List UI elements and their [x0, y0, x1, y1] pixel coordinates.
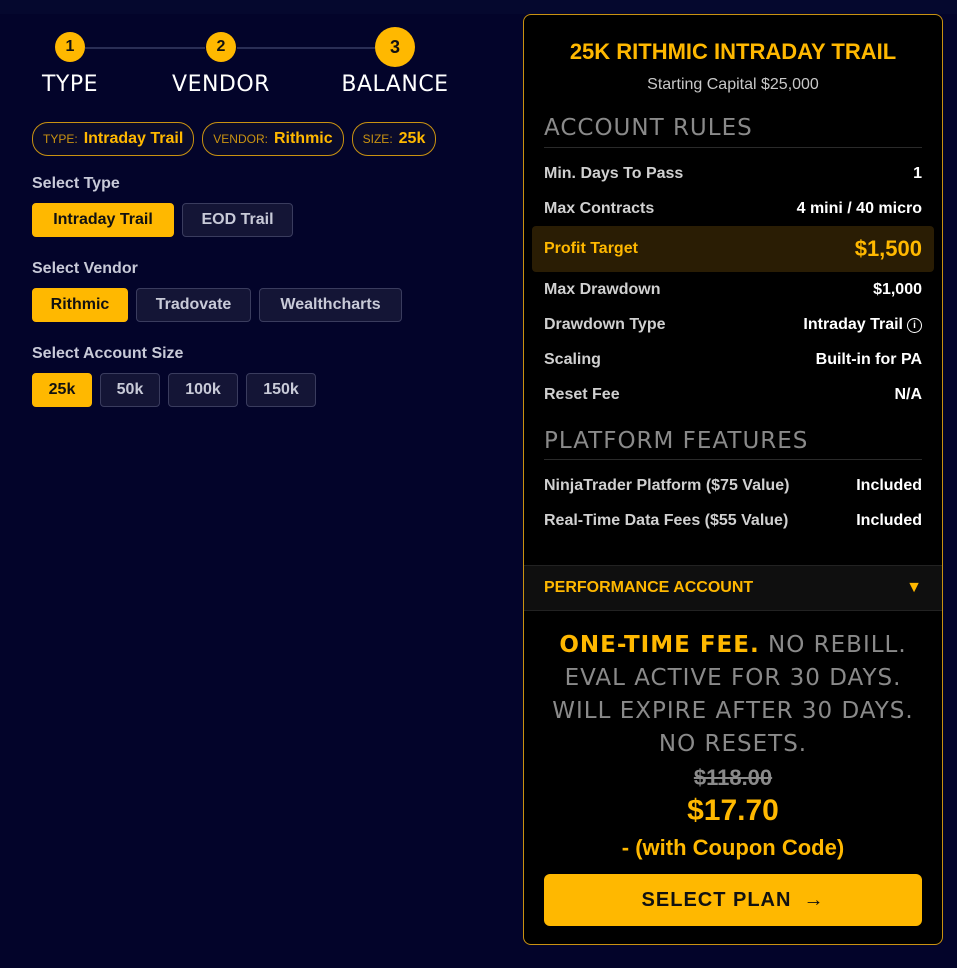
- performance-account-label: PERFORMANCE ACCOUNT: [544, 579, 754, 596]
- rule-value: N/A: [894, 386, 922, 403]
- rule-key: Max Drawdown: [544, 281, 661, 298]
- fee-highlight: ONE-TIME FEE.: [559, 632, 760, 658]
- rule-row: Drawdown Type Intraday Trail i: [544, 316, 922, 334]
- step-number: 1: [55, 32, 85, 62]
- profit-target-row: Profit Target $1,500: [532, 226, 934, 272]
- select-vendor-label: Select Vendor: [32, 260, 138, 277]
- account-rules-heading: ACCOUNT RULES: [544, 115, 753, 141]
- rule-key: Drawdown Type: [544, 316, 666, 333]
- vendor-option-wealthcharts[interactable]: Wealthcharts: [259, 288, 402, 322]
- pill-key: SIZE:: [362, 132, 393, 146]
- plan-subtitle: Starting Capital $25,000: [647, 76, 819, 93]
- size-option-100k[interactable]: 100k: [168, 373, 238, 407]
- select-type-label: Select Type: [32, 175, 120, 192]
- plan-title: 25K RITHMIC INTRADAY TRAIL: [569, 39, 897, 64]
- type-option-eod-trail[interactable]: EOD Trail: [182, 203, 293, 237]
- rule-key: Min. Days To Pass: [544, 165, 684, 182]
- size-pill: SIZE: 25k: [351, 122, 437, 156]
- step-number: 3: [375, 27, 415, 67]
- rule-value: 4 mini / 40 micro: [796, 200, 922, 217]
- type-pill: TYPE: Intraday Trail: [32, 122, 195, 156]
- size-option-50k[interactable]: 50k: [100, 373, 160, 407]
- rule-row: Reset Fee N/A: [544, 386, 922, 404]
- coupon-note: - (with Coupon Code): [621, 835, 845, 860]
- vendor-options: Rithmic Tradovate Wealthcharts: [32, 288, 402, 322]
- rule-value: Intraday Trail: [803, 316, 903, 333]
- step-balance[interactable]: 3 BALANCE: [335, 27, 455, 97]
- select-size-label: Select Account Size: [32, 345, 184, 362]
- type-options: Intraday Trail EOD Trail: [32, 203, 293, 237]
- feature-key: Real-Time Data Fees ($55 Value): [544, 512, 789, 529]
- plan-card: 25K RITHMIC INTRADAY TRAIL Starting Capi…: [523, 14, 943, 945]
- feature-row: NinjaTrader Platform ($75 Value) Include…: [544, 477, 922, 495]
- pill-value: Rithmic: [273, 130, 333, 147]
- rule-row: Min. Days To Pass 1: [544, 165, 922, 183]
- vendor-pill: VENDOR: Rithmic: [202, 122, 344, 156]
- pill-key: TYPE:: [43, 132, 78, 146]
- vendor-option-tradovate[interactable]: Tradovate: [136, 288, 251, 322]
- type-option-intraday-trail[interactable]: Intraday Trail: [32, 203, 174, 237]
- info-icon[interactable]: i: [907, 317, 922, 333]
- fee-text-1: NO REBILL.: [768, 632, 907, 658]
- step-label: TYPE: [41, 72, 99, 97]
- feature-value: Included: [856, 512, 922, 529]
- rule-value: $1,500: [854, 236, 922, 261]
- arrow-right-icon: →: [803, 888, 825, 911]
- rule-key: Scaling: [544, 351, 601, 368]
- platform-features-heading: PLATFORM FEATURES: [544, 428, 809, 454]
- rule-row: Max Contracts 4 mini / 40 micro: [544, 200, 922, 218]
- fee-text-3: WILL EXPIRE AFTER 30 DAYS. NO RESETS.: [552, 698, 914, 757]
- original-price: $118.00: [693, 765, 773, 790]
- step-type[interactable]: 1 TYPE: [10, 32, 130, 97]
- rule-value-with-info: Intraday Trail i: [803, 316, 922, 334]
- pill-key: VENDOR:: [213, 132, 268, 146]
- size-options: 25k 50k 100k 150k: [32, 373, 316, 407]
- select-plan-label: SELECT PLAN: [641, 888, 792, 911]
- selection-summary: TYPE: Intraday Trail VENDOR: Rithmic SIZ…: [32, 122, 437, 156]
- rule-row: Max Drawdown $1,000: [544, 281, 922, 299]
- select-plan-button[interactable]: SELECT PLAN →: [544, 874, 922, 926]
- rule-row: Scaling Built-in for PA: [544, 351, 922, 369]
- size-option-25k[interactable]: 25k: [32, 373, 92, 407]
- rule-key: Profit Target: [544, 240, 638, 257]
- rule-value: Built-in for PA: [815, 351, 922, 368]
- step-vendor[interactable]: 2 VENDOR: [161, 32, 281, 97]
- size-option-150k[interactable]: 150k: [246, 373, 316, 407]
- chevron-down-icon: ▼: [906, 579, 922, 596]
- divider: [544, 459, 922, 460]
- step-label: BALANCE: [341, 72, 449, 97]
- feature-key: NinjaTrader Platform ($75 Value): [544, 477, 790, 494]
- top-bar: [0, 0, 957, 14]
- fee-text-2: EVAL ACTIVE FOR 30 DAYS.: [564, 665, 902, 691]
- discounted-price: $17.70: [687, 794, 779, 827]
- step-number: 2: [206, 32, 236, 62]
- performance-account-toggle[interactable]: PERFORMANCE ACCOUNT ▼: [524, 565, 942, 611]
- rule-key: Max Contracts: [544, 200, 655, 217]
- step-label: VENDOR: [172, 72, 270, 97]
- rule-value: 1: [913, 165, 922, 182]
- rule-value: $1,000: [873, 281, 922, 298]
- fee-description: ONE-TIME FEE. NO REBILL. EVAL ACTIVE FOR…: [534, 629, 932, 761]
- pill-value: Intraday Trail: [83, 130, 184, 147]
- divider: [544, 147, 922, 148]
- pill-value: 25k: [398, 130, 426, 147]
- rule-key: Reset Fee: [544, 386, 620, 403]
- feature-row: Real-Time Data Fees ($55 Value) Included: [544, 512, 922, 530]
- vendor-option-rithmic[interactable]: Rithmic: [32, 288, 128, 322]
- feature-value: Included: [856, 477, 922, 494]
